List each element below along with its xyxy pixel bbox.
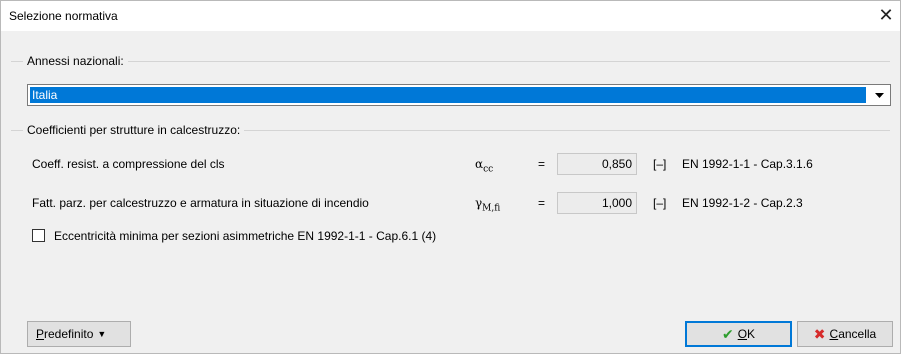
coefficients-legend: Coefficienti per strutture in calcestruz… (23, 123, 245, 137)
annex-select[interactable]: Italia (27, 84, 891, 106)
alpha-cc-input[interactable]: 0,850 (557, 153, 637, 175)
unit-label: [–] (653, 157, 667, 171)
dialog-window: Selezione normativa ✕ Annessi nazionali:… (0, 0, 901, 354)
reference-label: EN 1992-1-2 - Cap.2.3 (682, 196, 803, 210)
cancel-button[interactable]: ✖ Cancella (797, 321, 893, 347)
equals-sign: = (538, 196, 546, 210)
coefficients-group: Coefficienti per strutture in calcestruz… (11, 123, 890, 137)
unit-label: [–] (653, 196, 667, 210)
gamma-mfi-symbol: γM,fi (475, 196, 501, 214)
annexes-legend: Annessi nazionali: (23, 54, 128, 68)
eccentricity-checkbox-label[interactable]: Eccentricità minima per sezioni asimmetr… (54, 229, 436, 243)
gamma-mfi-input[interactable]: 1,000 (557, 192, 637, 214)
chevron-down-icon: ▼ (97, 329, 107, 339)
alpha-cc-symbol: αcc (475, 157, 494, 175)
close-icon[interactable]: ✕ (876, 5, 896, 25)
default-button[interactable]: Predefinito ▼ (27, 321, 131, 347)
chevron-down-icon[interactable] (868, 85, 890, 105)
checkmark-icon: ✔ (721, 325, 734, 342)
annex-select-value: Italia (30, 87, 866, 103)
coeff-label: Coeff. resist. a compressione del cls (32, 157, 225, 171)
ok-button[interactable]: ✔ OK (685, 321, 792, 347)
window-title: Selezione normativa (9, 9, 118, 23)
annexes-group: Annessi nazionali: (11, 54, 890, 68)
reference-label: EN 1992-1-1 - Cap.3.1.6 (682, 157, 813, 171)
factor-label: Fatt. parz. per calcestruzzo e armatura … (32, 196, 369, 210)
eccentricity-checkbox[interactable] (32, 229, 45, 242)
equals-sign: = (538, 157, 546, 171)
title-bar: Selezione normativa ✕ (1, 1, 900, 31)
cross-icon: ✖ (813, 325, 826, 342)
